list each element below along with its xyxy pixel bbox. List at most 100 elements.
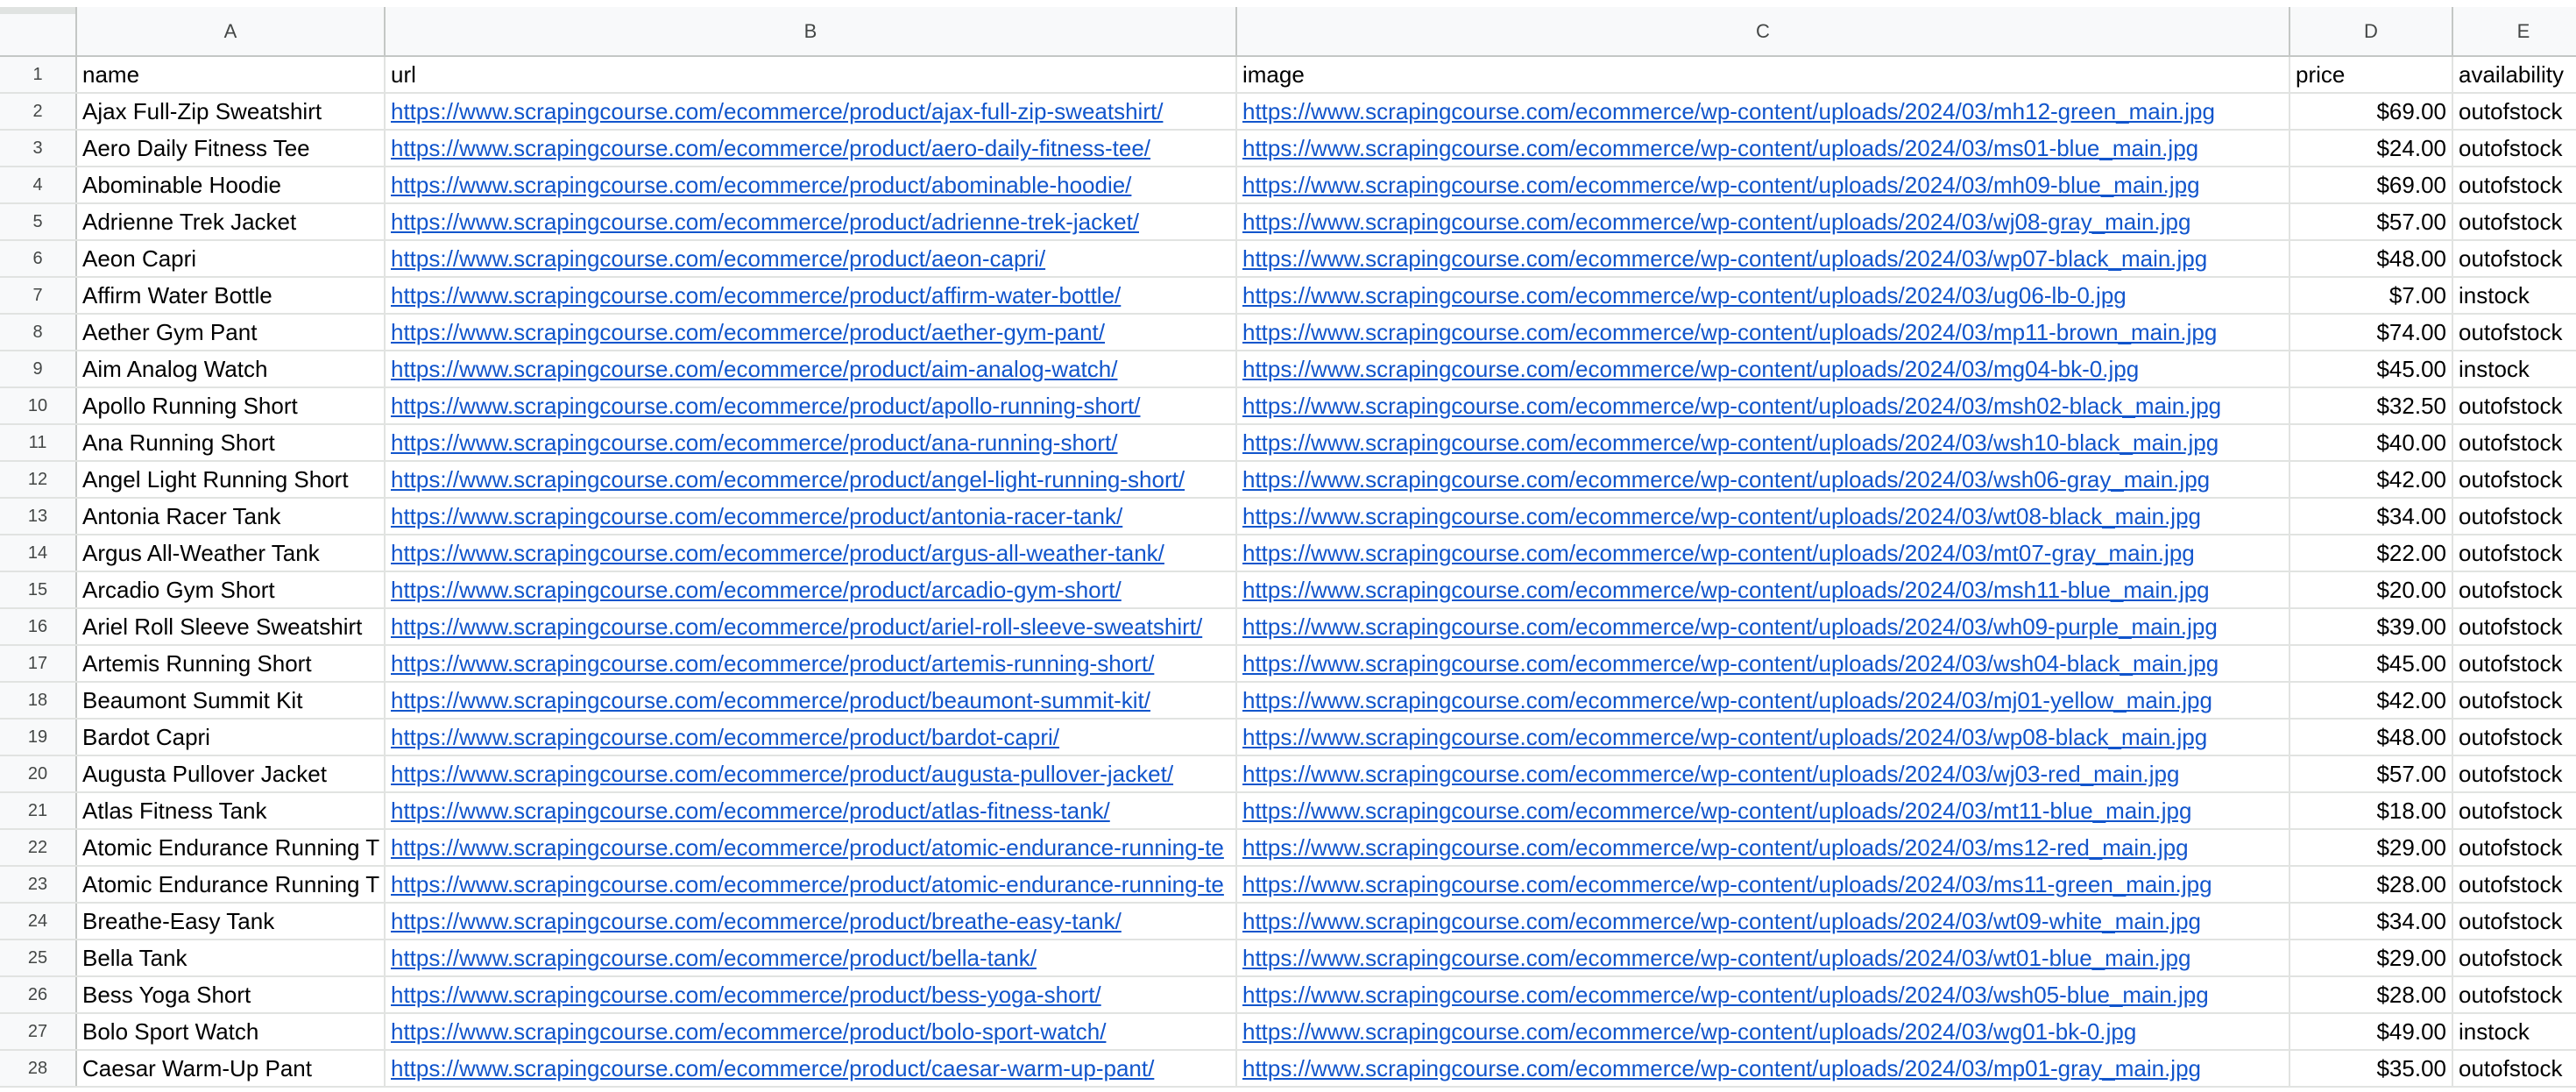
cell-url[interactable]: https://www.scrapingcourse.com/ecommerce… — [386, 683, 1237, 718]
cell-url[interactable]: https://www.scrapingcourse.com/ecommerce… — [386, 315, 1237, 350]
cell-name[interactable]: Ajax Full-Zip Sweatshirt — [77, 94, 386, 129]
cell-name[interactable]: Aim Analog Watch — [77, 351, 386, 386]
header-cell-url[interactable]: url — [386, 57, 1237, 92]
cell-image[interactable]: https://www.scrapingcourse.com/ecommerce… — [1237, 572, 2290, 607]
cell-name[interactable]: Bess Yoga Short — [77, 977, 386, 1012]
cell-availability[interactable]: outofstock — [2453, 388, 2576, 423]
row-number[interactable]: 25 — [0, 940, 77, 975]
cell-name[interactable]: Aero Daily Fitness Tee — [77, 131, 386, 166]
row-number[interactable]: 20 — [0, 756, 77, 791]
cell-name[interactable]: Argus All-Weather Tank — [77, 535, 386, 571]
cell-availability[interactable]: outofstock — [2453, 462, 2576, 497]
cell-price[interactable]: $42.00 — [2290, 462, 2453, 497]
cell-availability[interactable]: outofstock — [2453, 131, 2576, 166]
cell-url[interactable]: https://www.scrapingcourse.com/ecommerce… — [386, 94, 1237, 129]
cell-image[interactable]: https://www.scrapingcourse.com/ecommerce… — [1237, 977, 2290, 1012]
cell-name[interactable]: Atlas Fitness Tank — [77, 793, 386, 828]
cell-name[interactable]: Affirm Water Bottle — [77, 278, 386, 313]
cell-image[interactable]: https://www.scrapingcourse.com/ecommerce… — [1237, 609, 2290, 644]
cell-price[interactable]: $42.00 — [2290, 683, 2453, 718]
cell-price[interactable]: $39.00 — [2290, 609, 2453, 644]
cell-price[interactable]: $49.00 — [2290, 1014, 2453, 1049]
cell-url[interactable]: https://www.scrapingcourse.com/ecommerce… — [386, 425, 1237, 460]
cell-price[interactable]: $57.00 — [2290, 756, 2453, 791]
cell-price[interactable]: $24.00 — [2290, 131, 2453, 166]
cell-availability[interactable]: outofstock — [2453, 683, 2576, 718]
cell-image[interactable]: https://www.scrapingcourse.com/ecommerce… — [1237, 756, 2290, 791]
cell-url[interactable]: https://www.scrapingcourse.com/ecommerce… — [386, 646, 1237, 681]
header-cell-image[interactable]: image — [1237, 57, 2290, 92]
row-number[interactable]: 10 — [0, 388, 77, 423]
cell-price[interactable]: $45.00 — [2290, 646, 2453, 681]
cell-price[interactable]: $57.00 — [2290, 204, 2453, 239]
cell-url[interactable]: https://www.scrapingcourse.com/ecommerce… — [386, 388, 1237, 423]
row-number[interactable]: 9 — [0, 351, 77, 386]
cell-name[interactable]: Beaumont Summit Kit — [77, 683, 386, 718]
row-number[interactable]: 23 — [0, 867, 77, 902]
cell-availability[interactable]: outofstock — [2453, 977, 2576, 1012]
cell-name[interactable]: Ana Running Short — [77, 425, 386, 460]
column-header-d[interactable]: D — [2290, 7, 2453, 55]
row-number[interactable]: 7 — [0, 278, 77, 313]
cell-price[interactable]: $40.00 — [2290, 425, 2453, 460]
cell-availability[interactable]: outofstock — [2453, 241, 2576, 276]
cell-availability[interactable]: outofstock — [2453, 315, 2576, 350]
select-all-corner[interactable] — [0, 7, 77, 55]
row-number[interactable]: 11 — [0, 425, 77, 460]
cell-url[interactable]: https://www.scrapingcourse.com/ecommerce… — [386, 1014, 1237, 1049]
header-cell-name[interactable]: name — [77, 57, 386, 92]
cell-price[interactable]: $22.00 — [2290, 535, 2453, 571]
cell-url[interactable]: https://www.scrapingcourse.com/ecommerce… — [386, 167, 1237, 202]
cell-image[interactable]: https://www.scrapingcourse.com/ecommerce… — [1237, 720, 2290, 755]
cell-availability[interactable]: outofstock — [2453, 204, 2576, 239]
cell-image[interactable]: https://www.scrapingcourse.com/ecommerce… — [1237, 1051, 2290, 1086]
cell-image[interactable]: https://www.scrapingcourse.com/ecommerce… — [1237, 241, 2290, 276]
column-header-c[interactable]: C — [1237, 7, 2290, 55]
cell-price[interactable]: $74.00 — [2290, 315, 2453, 350]
row-number[interactable]: 27 — [0, 1014, 77, 1049]
row-number[interactable]: 12 — [0, 462, 77, 497]
cell-image[interactable]: https://www.scrapingcourse.com/ecommerce… — [1237, 867, 2290, 902]
row-number[interactable]: 8 — [0, 315, 77, 350]
cell-url[interactable]: https://www.scrapingcourse.com/ecommerce… — [386, 830, 1237, 865]
cell-image[interactable]: https://www.scrapingcourse.com/ecommerce… — [1237, 535, 2290, 571]
cell-url[interactable]: https://www.scrapingcourse.com/ecommerce… — [386, 278, 1237, 313]
cell-name[interactable]: Breathe-Easy Tank — [77, 904, 386, 939]
cell-url[interactable]: https://www.scrapingcourse.com/ecommerce… — [386, 756, 1237, 791]
cell-image[interactable]: https://www.scrapingcourse.com/ecommerce… — [1237, 646, 2290, 681]
cell-price[interactable]: $28.00 — [2290, 977, 2453, 1012]
cell-name[interactable]: Arcadio Gym Short — [77, 572, 386, 607]
cell-url[interactable]: https://www.scrapingcourse.com/ecommerce… — [386, 351, 1237, 386]
row-number[interactable]: 22 — [0, 830, 77, 865]
row-number[interactable]: 28 — [0, 1051, 77, 1086]
cell-image[interactable]: https://www.scrapingcourse.com/ecommerce… — [1237, 204, 2290, 239]
cell-image[interactable]: https://www.scrapingcourse.com/ecommerce… — [1237, 131, 2290, 166]
cell-price[interactable]: $29.00 — [2290, 940, 2453, 975]
cell-name[interactable]: Angel Light Running Short — [77, 462, 386, 497]
cell-price[interactable]: $18.00 — [2290, 793, 2453, 828]
cell-image[interactable]: https://www.scrapingcourse.com/ecommerce… — [1237, 351, 2290, 386]
cell-availability[interactable]: outofstock — [2453, 720, 2576, 755]
cell-name[interactable]: Caesar Warm-Up Pant — [77, 1051, 386, 1086]
cell-availability[interactable]: outofstock — [2453, 904, 2576, 939]
cell-image[interactable]: https://www.scrapingcourse.com/ecommerce… — [1237, 94, 2290, 129]
cell-url[interactable]: https://www.scrapingcourse.com/ecommerce… — [386, 609, 1237, 644]
cell-price[interactable]: $69.00 — [2290, 94, 2453, 129]
cell-price[interactable]: $29.00 — [2290, 830, 2453, 865]
cell-price[interactable]: $48.00 — [2290, 241, 2453, 276]
cell-price[interactable]: $34.00 — [2290, 499, 2453, 534]
cell-availability[interactable]: outofstock — [2453, 793, 2576, 828]
row-number[interactable]: 21 — [0, 793, 77, 828]
cell-price[interactable]: $34.00 — [2290, 904, 2453, 939]
cell-name[interactable]: Bardot Capri — [77, 720, 386, 755]
cell-price[interactable]: $20.00 — [2290, 572, 2453, 607]
row-number[interactable]: 5 — [0, 204, 77, 239]
row-number[interactable]: 16 — [0, 609, 77, 644]
cell-name[interactable]: Aeon Capri — [77, 241, 386, 276]
row-number[interactable]: 24 — [0, 904, 77, 939]
cell-availability[interactable]: outofstock — [2453, 756, 2576, 791]
cell-url[interactable]: https://www.scrapingcourse.com/ecommerce… — [386, 535, 1237, 571]
cell-name[interactable]: Ariel Roll Sleeve Sweatshirt — [77, 609, 386, 644]
cell-name[interactable]: Abominable Hoodie — [77, 167, 386, 202]
cell-name[interactable]: Augusta Pullover Jacket — [77, 756, 386, 791]
